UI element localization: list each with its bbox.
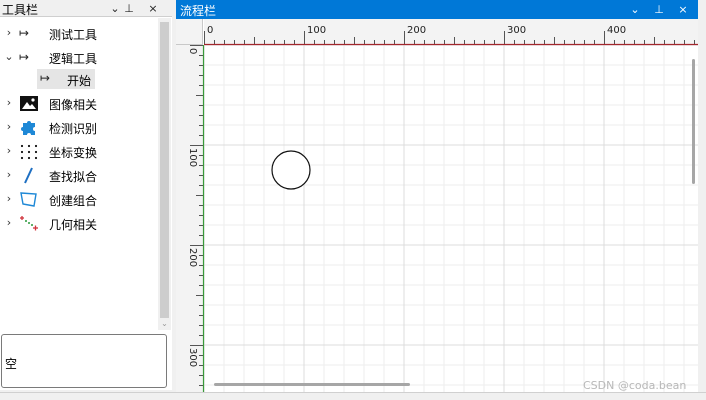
polygon-icon [20, 192, 37, 207]
tree-item-find-fit[interactable]: › 查找拟合 [0, 164, 158, 186]
ruler-label-x: 200 [407, 25, 426, 36]
watermark: CSDN @coda.bean [583, 379, 687, 392]
close-icon[interactable]: × [675, 1, 691, 18]
toolbox-panel: 工具栏 ⌄ ⊥ × › ↦ 测试工具 ⌄ ↦ 逻辑工具 ↦ 开始 › 图像相关 … [0, 0, 172, 390]
close-icon[interactable]: × [145, 0, 161, 17]
tree-item-coord-transform[interactable]: › 坐标变换 [0, 140, 158, 162]
tree-item-logic-tools[interactable]: ⌄ ↦ 逻辑工具 [0, 46, 158, 68]
chevron-right-icon[interactable]: › [3, 168, 15, 182]
ruler-label-x: 0 [207, 25, 213, 36]
tree-item-create-combine[interactable]: › 创建组合 [0, 188, 158, 210]
flow-node-circle[interactable] [271, 150, 311, 190]
puzzle-icon [21, 121, 35, 135]
ruler-label-x: 100 [307, 25, 326, 36]
ruler-label-x: 400 [607, 25, 626, 36]
tree-item-label: 图像相关 [49, 98, 98, 112]
ruler-label-x: 300 [507, 25, 526, 36]
ruler-corner [176, 19, 203, 45]
arrow-to-bar-icon: ↦ [19, 50, 30, 64]
tree-item-label: 几何相关 [49, 218, 98, 232]
horizontal-scrollbar[interactable] [214, 383, 410, 386]
ruler-label-y: 0 [187, 48, 198, 54]
toolbox-title: 工具栏 [2, 3, 39, 17]
chevron-right-icon[interactable]: › [3, 96, 15, 110]
chevron-right-icon[interactable]: › [3, 144, 15, 158]
flow-title: 流程栏 [180, 4, 217, 18]
flow-canvas[interactable]: 0 100 200 300 400 0 100 200 300 [176, 19, 698, 392]
tree-item-label: 逻辑工具 [49, 52, 98, 66]
chevron-right-icon[interactable]: › [3, 26, 15, 40]
tree-item-label: 测试工具 [49, 28, 98, 42]
chevron-down-icon[interactable]: ⌄ [627, 1, 643, 18]
tree-item-label: 坐标变换 [49, 146, 98, 160]
selection-info-box: 空 [1, 334, 167, 388]
chevron-right-icon[interactable]: › [3, 192, 15, 206]
selection-info-text: 空 [5, 357, 18, 371]
flow-header: 流程栏 ⌄ ⊥ × [176, 0, 698, 19]
tree-item-start[interactable]: ↦ 开始 [37, 69, 95, 89]
tree-scrollbar[interactable]: ⌄ [158, 18, 171, 330]
chevron-right-icon[interactable]: › [3, 120, 15, 134]
tree-item-test-tools[interactable]: › ↦ 测试工具 [0, 22, 158, 44]
dots-grid-icon [20, 144, 38, 160]
scrollbar-thumb[interactable] [160, 22, 169, 318]
toolbox-header: 工具栏 ⌄ ⊥ × [0, 0, 172, 17]
tree-item-label: 开始 [67, 74, 92, 88]
ruler-label-y: 100 [187, 148, 198, 167]
image-icon [20, 96, 38, 111]
pin-icon[interactable]: ⊥ [651, 1, 667, 18]
tree-item-geometry[interactable]: › 几何相关 [0, 212, 158, 234]
tree-item-detect[interactable]: › 检测识别 [0, 116, 158, 138]
flow-panel: 流程栏 ⌄ ⊥ × 0 100 200 300 400 0 100 200 300 [176, 0, 698, 392]
canvas-grid[interactable]: 0 100 200 300 400 0 100 200 300 [176, 19, 698, 392]
ruler-label-y: 200 [187, 248, 198, 267]
points-icon [20, 216, 38, 231]
vertical-scrollbar[interactable] [692, 59, 695, 184]
ruler-label-y: 300 [187, 348, 198, 367]
arrow-to-bar-icon: ↦ [40, 71, 51, 85]
tool-tree: › ↦ 测试工具 ⌄ ↦ 逻辑工具 ↦ 开始 › 图像相关 › 检测识别 › 坐… [0, 18, 158, 330]
tree-item-image[interactable]: › 图像相关 [0, 92, 158, 114]
tree-item-label: 查找拟合 [49, 170, 98, 184]
tree-item-label: 检测识别 [49, 122, 98, 136]
line-fit-icon [24, 167, 33, 184]
chevron-down-icon[interactable]: ⌄ [158, 318, 171, 330]
pin-icon[interactable]: ⊥ [121, 0, 137, 17]
chevron-right-icon[interactable]: › [3, 216, 15, 230]
arrow-to-bar-icon: ↦ [19, 26, 30, 40]
vertical-ruler [176, 45, 204, 392]
tree-item-label: 创建组合 [49, 194, 98, 208]
chevron-down-icon[interactable]: ⌄ [3, 50, 15, 64]
status-strip [0, 392, 706, 400]
